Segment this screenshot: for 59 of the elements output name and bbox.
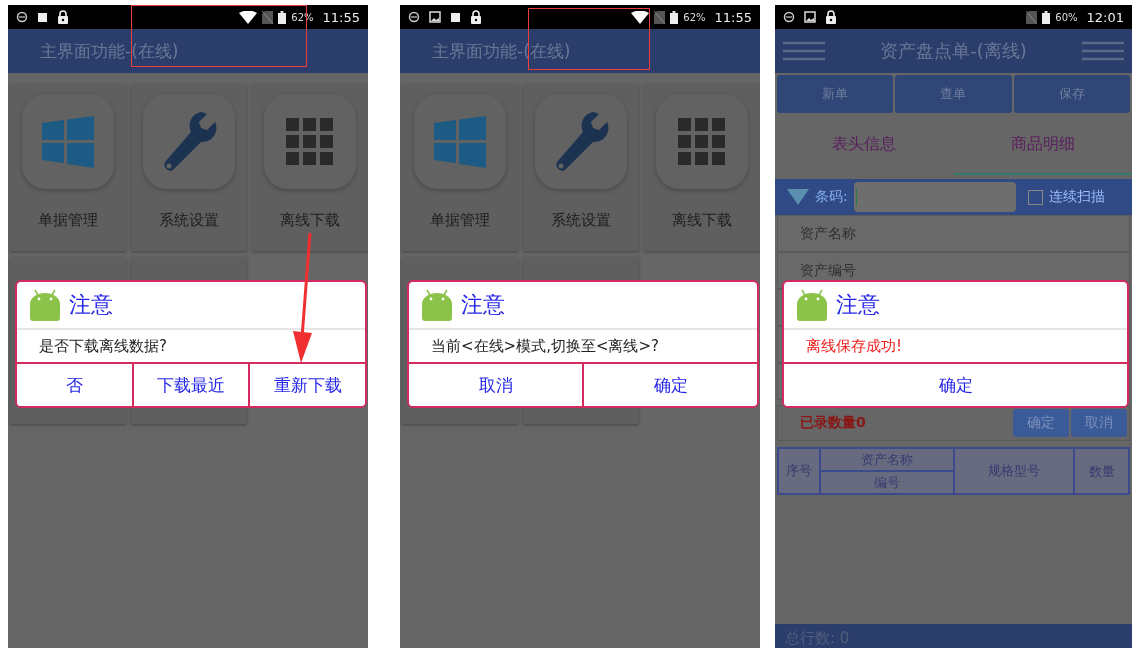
- small-button[interactable]: 取消: [1071, 409, 1127, 437]
- toolbar-button[interactable]: 查单: [895, 75, 1012, 113]
- dialog-button[interactable]: 否: [17, 364, 134, 406]
- square-icon: [37, 11, 48, 23]
- dropdown-triangle-icon[interactable]: [787, 189, 809, 205]
- barcode-label: 条码:: [815, 188, 848, 206]
- menu-tile[interactable]: 系统设置: [131, 84, 247, 251]
- no-sim-icon: [654, 10, 666, 24]
- lock-icon: [470, 10, 482, 24]
- notification-icon: [783, 11, 795, 23]
- battery-icon: [1042, 10, 1051, 24]
- notification-icon: [16, 11, 28, 23]
- toolbar-button[interactable]: 保存: [1013, 75, 1130, 113]
- grid-icon: [286, 117, 334, 166]
- battery-icon: [278, 10, 287, 24]
- image-icon: [429, 11, 441, 23]
- status-time: 11:55: [322, 9, 360, 25]
- android-icon: [29, 288, 61, 322]
- wrench-icon: [553, 109, 609, 174]
- checkbox-label: 连续扫描: [1048, 188, 1105, 206]
- menu-icon[interactable]: [783, 41, 825, 61]
- no-sim-icon: [262, 10, 274, 24]
- image-icon: [804, 11, 816, 23]
- tab[interactable]: 商品明细: [953, 115, 1132, 175]
- windows-icon: [42, 115, 94, 168]
- menu-tile[interactable]: 离线下载: [252, 84, 368, 251]
- dialog-title: 注意: [461, 291, 505, 319]
- wrench-icon: [161, 109, 217, 174]
- dialog-button[interactable]: 取消: [409, 364, 584, 406]
- dialog-title: 注意: [69, 291, 113, 319]
- wifi-icon: [631, 10, 650, 24]
- no-sim-icon: [1026, 10, 1038, 24]
- android-icon: [796, 288, 828, 322]
- tab[interactable]: 表头信息: [775, 115, 954, 175]
- lock-icon: [825, 10, 837, 24]
- menu-tile[interactable]: 系统设置: [523, 84, 639, 251]
- barcode-input[interactable]: [853, 182, 1016, 212]
- small-button[interactable]: 确定: [1013, 409, 1069, 437]
- status-time: 12:01: [1086, 9, 1124, 25]
- menu-tile[interactable]: 单据管理: [10, 84, 126, 251]
- square-icon: [450, 11, 461, 23]
- toolbar-button[interactable]: 新单: [777, 75, 894, 113]
- battery-percent: 60%: [1055, 11, 1078, 23]
- menu-tile[interactable]: 离线下载: [644, 84, 760, 251]
- wifi-icon: [239, 10, 258, 24]
- battery-icon: [670, 10, 679, 24]
- screen-title: 资产盘点单-(离线): [880, 39, 1027, 63]
- menu-icon[interactable]: [1082, 41, 1124, 61]
- count-label: 已录数量0: [800, 414, 867, 432]
- battery-percent: 62%: [683, 11, 706, 23]
- lock-icon: [57, 10, 69, 24]
- checkbox[interactable]: [1027, 189, 1043, 205]
- notification-icon: [408, 11, 420, 23]
- windows-icon: [434, 115, 486, 168]
- dialog-title: 注意: [836, 291, 880, 319]
- grid-icon: [678, 117, 726, 166]
- menu-tile[interactable]: 单据管理: [402, 84, 518, 251]
- status-time: 11:55: [714, 9, 752, 25]
- android-icon: [421, 288, 453, 322]
